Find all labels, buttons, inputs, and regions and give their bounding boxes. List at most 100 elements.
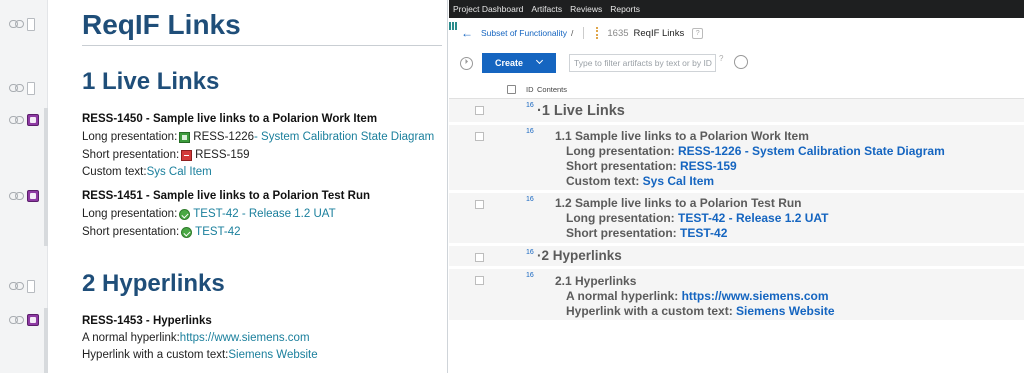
column-chooser-icon[interactable]	[507, 85, 516, 94]
row-id[interactable]: 16	[526, 102, 534, 109]
gutter-row-ress-1450	[0, 110, 48, 130]
work-item-title[interactable]: RESS-1450 - Sample live links to a Polar…	[82, 113, 377, 125]
live-link[interactable]: TEST-42 - Release 1.2 UAT	[678, 211, 829, 225]
line-label: Hyperlink with a custom text:	[82, 349, 229, 361]
work-item-line: Short presentation: TEST-42	[82, 226, 241, 238]
menu-artifacts[interactable]: Artifacts	[531, 4, 562, 14]
test-run-icon	[179, 208, 191, 220]
row-id[interactable]: 16	[526, 249, 534, 256]
work-item-id[interactable]: RESS-1226	[193, 131, 254, 143]
artifact-id: 1635	[607, 27, 629, 39]
menu-reviews[interactable]: Reviews	[570, 4, 602, 14]
work-item-bar	[44, 184, 48, 246]
requirement-icon[interactable]	[27, 314, 39, 326]
row-checkbox[interactable]	[475, 132, 484, 141]
work-item-line: Long presentation: TEST-42 - Release 1.2…	[82, 208, 336, 220]
requirement-icon[interactable]	[27, 190, 39, 202]
link-icon[interactable]	[9, 316, 24, 324]
drag-handle-icon[interactable]	[596, 27, 601, 39]
breadcrumb-parent[interactable]: Subset of Functionality	[481, 28, 567, 38]
link-icon[interactable]	[9, 84, 24, 92]
clear-filter-icon[interactable]	[734, 55, 748, 69]
table-row[interactable]: 16 1.1 Sample live links to a Polarion W…	[449, 125, 1024, 193]
row-id[interactable]: 16	[526, 272, 534, 279]
line-label: Short presentation:	[82, 149, 180, 161]
work-item-id[interactable]: RESS-159	[195, 149, 249, 161]
requirement-line: Long presentation: TEST-42 - Release 1.2…	[537, 211, 829, 226]
live-link[interactable]: TEST-42	[195, 226, 240, 238]
bookmark-icon[interactable]	[27, 279, 35, 293]
filter-help-icon[interactable]: ?	[719, 54, 729, 66]
row-id[interactable]: 16	[526, 196, 534, 203]
work-item-line: Short presentation: RESS-159	[82, 149, 250, 161]
back-arrow-icon[interactable]: ←	[461, 26, 473, 40]
filter-input[interactable]	[569, 54, 716, 72]
hyperlink[interactable]: https://www.siemens.com	[180, 332, 310, 344]
breadcrumb: ← Subset of Functionality / 1635 ReqIF L…	[449, 18, 1024, 48]
breadcrumb-separator: /	[571, 28, 574, 38]
table-header: ID Contents	[449, 81, 1024, 99]
menu-project-dashboard[interactable]: Project Dashboard	[453, 4, 523, 14]
work-item-title[interactable]: RESS-1453 - Hyperlinks	[82, 315, 212, 327]
line-label: Long presentation:	[566, 211, 678, 225]
column-header-contents[interactable]: Contents	[537, 85, 567, 94]
work-item-line: A normal hyperlink: https://www.siemens.…	[82, 332, 310, 344]
live-link[interactable]: RESS-159	[680, 159, 737, 173]
line-label: Long presentation:	[566, 144, 678, 158]
row-contents: ·2 Hyperlinks	[537, 248, 622, 263]
row-checkbox[interactable]	[475, 276, 484, 285]
bookmark-icon[interactable]	[27, 81, 35, 95]
line-label: Custom text:	[566, 174, 643, 188]
link-icon[interactable]	[9, 192, 24, 200]
live-link[interactable]: TEST-42	[680, 226, 727, 240]
bookmark-icon[interactable]	[27, 17, 35, 31]
divider	[583, 27, 585, 39]
live-link[interactable]: TEST-42 - Release 1.2 UAT	[193, 208, 335, 220]
line-label: Long presentation:	[82, 131, 178, 143]
link-icon[interactable]	[9, 116, 24, 124]
gutter-row-section-1	[0, 78, 48, 98]
document-title: ReqIF Links	[82, 9, 241, 40]
collapse-panel-icon[interactable]: ⏵	[460, 56, 473, 70]
link-icon[interactable]	[9, 20, 24, 28]
hyperlink[interactable]: Siemens Website	[228, 349, 317, 361]
row-contents: ·1 Live Links	[537, 103, 625, 119]
work-item-line: Long presentation: RESS-1226 - System Ca…	[82, 131, 434, 143]
table-row[interactable]: 16 1.2 Sample live links to a Polarion T…	[449, 193, 1024, 246]
live-link[interactable]: Sys Cal Item	[643, 174, 714, 188]
live-link[interactable]: Sys Cal Item	[147, 166, 212, 178]
help-icon[interactable]: ?	[692, 27, 704, 39]
table-row[interactable]: 16 2.1 Hyperlinks A normal hyperlink: ht…	[449, 269, 1024, 323]
row-checkbox[interactable]	[475, 253, 484, 262]
row-contents: 1.2 Sample live links to a Polarion Test…	[537, 196, 829, 241]
row-id[interactable]: 16	[526, 128, 534, 135]
hyperlink[interactable]: https://www.siemens.com	[682, 289, 829, 303]
row-contents: 1.1 Sample live links to a Polarion Work…	[537, 129, 945, 189]
create-button[interactable]: Create	[482, 53, 556, 73]
hyperlink[interactable]: Siemens Website	[736, 304, 834, 318]
test-run-icon	[181, 226, 193, 238]
live-link[interactable]: - System Calibration State Diagram	[254, 131, 434, 143]
requirement-icon[interactable]	[27, 114, 39, 126]
row-checkbox[interactable]	[475, 200, 484, 209]
table-row[interactable]: 16 ·1 Live Links	[449, 99, 1024, 125]
link-icon[interactable]	[9, 282, 24, 290]
row-contents: 2.1 Hyperlinks A normal hyperlink: https…	[537, 274, 835, 319]
toolbar: ⏵ Create ?	[449, 52, 1024, 74]
line-label: Hyperlink with a custom text:	[566, 304, 737, 318]
menu-reports[interactable]: Reports	[610, 4, 640, 14]
requirements-app-pane: Project Dashboard Artifacts Reviews Repo…	[449, 0, 1024, 373]
line-label: A normal hyperlink:	[82, 332, 180, 344]
column-header-id[interactable]: ID	[526, 85, 534, 94]
requirement-line: Short presentation: RESS-159	[537, 159, 945, 174]
chevron-down-icon[interactable]	[535, 56, 544, 65]
requirement-heading: 1.1 Sample live links to a Polarion Work…	[555, 129, 809, 143]
work-item-type-icon	[179, 131, 191, 143]
row-checkbox[interactable]	[475, 106, 484, 115]
table-row[interactable]: 16 ·2 Hyperlinks	[449, 246, 1024, 269]
work-item-bar	[44, 308, 48, 373]
work-item-title[interactable]: RESS-1451 - Sample live links to a Polar…	[82, 190, 370, 202]
create-button-label: Create	[495, 58, 524, 68]
live-link[interactable]: RESS-1226 - System Calibration State Dia…	[678, 144, 945, 158]
section-heading: ·1 Live Links	[537, 103, 625, 119]
